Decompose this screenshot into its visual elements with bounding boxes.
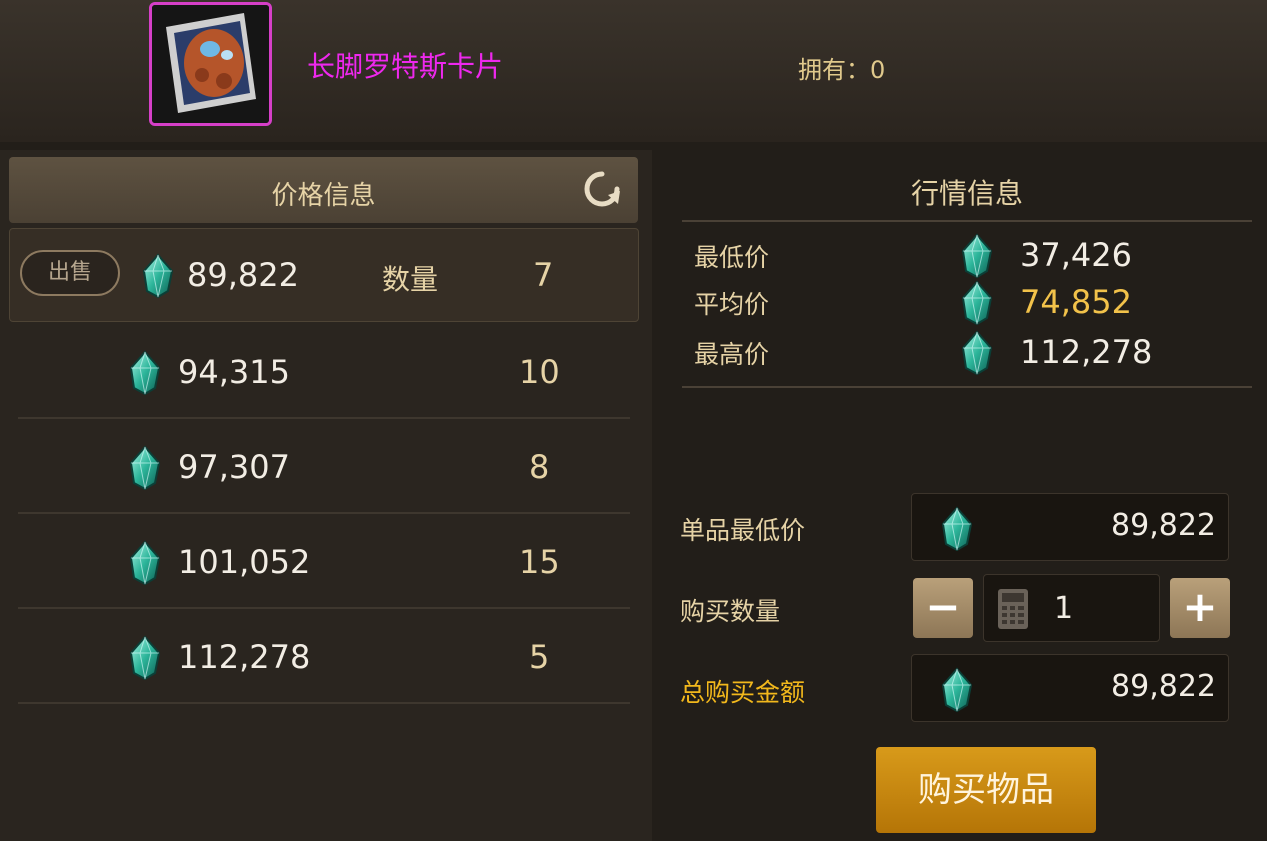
gem-currency-icon	[141, 253, 175, 299]
unit-min-price-field: 89,822	[911, 493, 1229, 561]
listing-quantity: 10	[519, 353, 560, 391]
gem-currency-icon	[960, 233, 994, 279]
purchase-qty-value: 1	[1054, 591, 1074, 626]
stat-label-min: 最低价	[694, 243, 770, 272]
owned-count: 拥有：0	[798, 56, 886, 84]
gem-currency-icon	[128, 635, 162, 681]
quantity-label: 数量	[382, 263, 439, 296]
listing-row[interactable]: 94,315 10	[18, 322, 630, 419]
stat-label-avg: 平均价	[694, 290, 770, 319]
listing-price: 112,278	[178, 638, 311, 676]
gem-currency-icon	[940, 667, 974, 713]
price-info-title: 价格信息	[271, 181, 376, 211]
gem-currency-icon	[960, 330, 994, 376]
gem-currency-icon	[128, 350, 162, 396]
sell-button[interactable]: 出售	[20, 250, 120, 296]
listing-price: 101,052	[178, 543, 311, 581]
listing-price: 94,315	[178, 353, 290, 391]
purchase-qty-label: 购买数量	[680, 597, 781, 626]
item-name: 长脚罗特斯卡片	[307, 50, 504, 83]
stat-value-min: 37,426	[1020, 236, 1132, 274]
stat-label-max: 最高价	[694, 340, 770, 369]
total-amount-label: 总购买金额	[680, 678, 806, 707]
refresh-icon[interactable]	[582, 169, 622, 209]
total-amount-field: 89,822	[911, 654, 1229, 722]
listing-row[interactable]: 出售 89,822 数量 7	[9, 228, 639, 322]
stat-value-avg: 74,852	[1020, 283, 1132, 321]
unit-min-price-label: 单品最低价	[680, 516, 806, 545]
purchase-qty-input[interactable]: 1	[983, 574, 1160, 642]
listing-price: 97,307	[178, 448, 290, 486]
decrease-qty-button[interactable]: −	[913, 578, 973, 638]
listing-quantity: 15	[519, 543, 560, 581]
divider	[682, 386, 1252, 388]
total-amount-value: 89,822	[1111, 669, 1216, 704]
gem-currency-icon	[128, 540, 162, 586]
gem-currency-icon	[940, 506, 974, 552]
calculator-icon[interactable]	[996, 587, 1030, 631]
listing-quantity: 5	[529, 638, 550, 676]
stat-value-max: 112,278	[1020, 333, 1153, 371]
listing-row[interactable]: 112,278 5	[18, 607, 630, 704]
listing-quantity: 7	[533, 256, 554, 294]
listing-row[interactable]: 97,307 8	[18, 417, 630, 514]
divider	[682, 220, 1252, 222]
listing-price: 89,822	[187, 256, 299, 294]
market-info-title: 行情信息	[910, 177, 1023, 210]
listing-quantity: 8	[529, 448, 550, 486]
gem-currency-icon	[960, 280, 994, 326]
unit-min-price-value: 89,822	[1111, 508, 1216, 543]
buy-item-button[interactable]: 购买物品	[876, 747, 1096, 833]
listing-row[interactable]: 101,052 15	[18, 512, 630, 609]
gem-currency-icon	[128, 445, 162, 491]
increase-qty-button[interactable]: +	[1170, 578, 1230, 638]
item-card-image	[149, 2, 272, 126]
price-info-header: 价格信息	[9, 157, 638, 223]
